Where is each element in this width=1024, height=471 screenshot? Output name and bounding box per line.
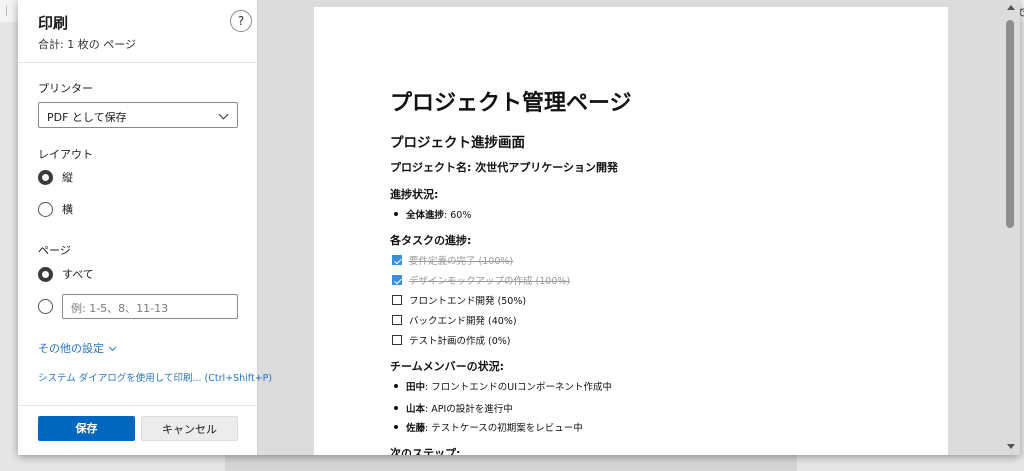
task-label: フロントエンド開発 (50%) bbox=[409, 296, 527, 307]
dialog-title: 印刷 bbox=[38, 14, 69, 32]
task-label: テスト計画の作成 (0%) bbox=[409, 336, 511, 347]
printer-select-value: PDF として保存 bbox=[47, 111, 127, 124]
header-divider bbox=[18, 62, 258, 63]
member-status: : APIの設計を進行中 bbox=[425, 404, 513, 415]
bullet-icon bbox=[394, 406, 398, 410]
cancel-button[interactable]: キャンセル bbox=[141, 416, 238, 441]
layout-label: レイアウト bbox=[38, 148, 93, 161]
scrollbar-thumb[interactable] bbox=[1006, 20, 1014, 228]
checkbox-unchecked-icon bbox=[392, 295, 402, 305]
list-item: 全体進捗: 60% bbox=[394, 207, 471, 221]
scroll-up-arrow-icon[interactable] bbox=[1007, 5, 1015, 10]
more-settings-label: その他の設定 bbox=[38, 342, 104, 355]
print-preview-page: プロジェクト管理ページ プロジェクト進捗画面 プロジェクト名: 次世代アプリケー… bbox=[314, 7, 948, 455]
radio-selected-icon bbox=[38, 266, 53, 282]
preview-scrollbar[interactable] bbox=[1002, 0, 1020, 455]
task-item: テスト計画の作成 (0%) bbox=[392, 333, 511, 347]
project-name: プロジェクト名: 次世代アプリケーション開発 bbox=[390, 161, 619, 174]
checkbox-checked-icon bbox=[392, 255, 402, 265]
system-dialog-link[interactable]: システム ダイアログを使用して印刷... (Ctrl+Shift+P) bbox=[38, 370, 272, 384]
member-name: 田中 bbox=[406, 382, 426, 393]
page-count: 合計: 1 枚の ページ bbox=[38, 38, 136, 51]
list-item: 山本: APIの設計を進行中 bbox=[394, 401, 513, 415]
bullet-icon bbox=[394, 425, 398, 429]
toolbar-separator bbox=[6, 6, 7, 16]
task-item: フロントエンド開発 (50%) bbox=[392, 293, 526, 307]
task-item: バックエンド開発 (40%) bbox=[392, 313, 517, 327]
help-button[interactable]: ? bbox=[230, 10, 252, 32]
overall-progress-value: : 60% bbox=[444, 210, 472, 221]
checkbox-checked-icon bbox=[392, 275, 402, 285]
chevron-down-icon bbox=[108, 343, 117, 352]
chevron-down-icon bbox=[218, 109, 229, 120]
list-item: 田中: フロントエンドのUIコンポーネント作成中 bbox=[394, 379, 612, 393]
member-name: 山本 bbox=[406, 404, 426, 415]
pages-all-option[interactable]: すべて bbox=[38, 265, 94, 283]
task-label: バックエンド開発 (40%) bbox=[409, 316, 517, 327]
task-item: デザインモックアップの作成 (100%) bbox=[392, 273, 570, 287]
printer-label: プリンター bbox=[38, 82, 93, 95]
pages-range-input[interactable]: 例: 1-5、8、11-13 bbox=[62, 294, 238, 319]
printer-select[interactable]: PDF として保存 bbox=[38, 102, 238, 128]
bullet-icon bbox=[394, 384, 398, 388]
layout-landscape-label: 横 bbox=[62, 203, 73, 216]
tasks-heading: 各タスクの進捗: bbox=[390, 234, 472, 247]
member-status: : テストケースの初期案をレビュー中 bbox=[425, 423, 583, 434]
radio-selected-icon bbox=[38, 169, 53, 185]
bullet-icon bbox=[394, 212, 398, 216]
checkbox-unchecked-icon bbox=[392, 315, 402, 325]
layout-portrait-option[interactable]: 縦 bbox=[38, 168, 73, 186]
task-item: 要件定義の完了 (100%) bbox=[392, 253, 513, 267]
member-status: : フロントエンドのUIコンポーネント作成中 bbox=[425, 382, 612, 393]
task-label: デザインモックアップの作成 (100%) bbox=[409, 276, 571, 287]
pages-all-label: すべて bbox=[62, 268, 94, 281]
members-heading: チームメンバーの状況: bbox=[390, 360, 505, 373]
progress-heading: 進捗状況: bbox=[390, 188, 439, 201]
document-title: プロジェクト管理ページ bbox=[390, 91, 632, 116]
radio-unselected-icon bbox=[38, 201, 53, 217]
task-label: 要件定義の完了 (100%) bbox=[409, 256, 514, 267]
scroll-down-arrow-icon[interactable] bbox=[1007, 444, 1015, 449]
layout-portrait-label: 縦 bbox=[62, 171, 73, 184]
layout-landscape-option[interactable]: 横 bbox=[38, 200, 73, 218]
checkbox-unchecked-icon bbox=[392, 335, 402, 345]
radio-unselected-icon bbox=[38, 298, 53, 314]
overall-progress-label: 全体進捗 bbox=[406, 210, 445, 221]
footer-divider bbox=[18, 405, 258, 406]
pages-range-option[interactable] bbox=[38, 297, 53, 315]
more-settings-link[interactable]: その他の設定 bbox=[38, 340, 117, 356]
browser-background-content bbox=[225, 455, 797, 471]
print-settings-panel: 印刷 合計: 1 枚の ページ ? プリンター PDF として保存 レイアウト … bbox=[18, 0, 272, 455]
member-name: 佐藤 bbox=[406, 423, 426, 434]
list-item: 佐藤: テストケースの初期案をレビュー中 bbox=[394, 420, 583, 434]
pages-label: ページ bbox=[38, 244, 71, 257]
print-dialog: 印刷 合計: 1 枚の ページ ? プリンター PDF として保存 レイアウト … bbox=[18, 0, 1020, 455]
next-steps-heading: 次のステップ: bbox=[390, 447, 461, 455]
section-title: プロジェクト進捗画面 bbox=[390, 135, 525, 151]
save-button[interactable]: 保存 bbox=[38, 416, 135, 441]
